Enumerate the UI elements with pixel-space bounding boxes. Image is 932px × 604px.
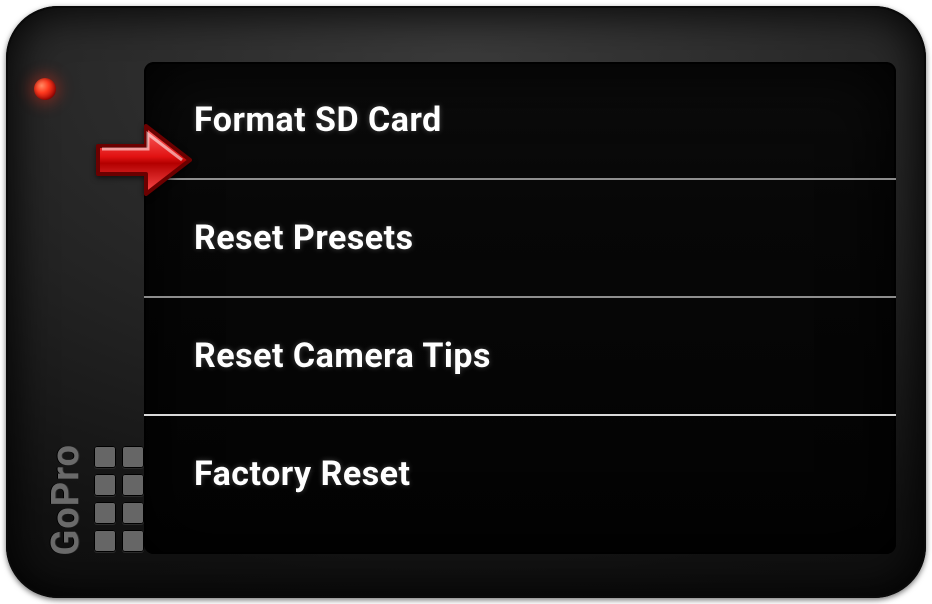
- recording-led-icon: [34, 78, 56, 100]
- lcd-screen: Format SD Card Reset Presets Reset Camer…: [144, 62, 896, 554]
- camera-body: GoPro Format SD Card Reset Presets Reset…: [6, 6, 926, 598]
- menu-item-label: Reset Presets: [194, 218, 414, 258]
- menu-item-label: Reset Camera Tips: [194, 336, 491, 376]
- brand-logo-text: GoPro: [44, 444, 88, 556]
- brand-logo-squares-icon: [94, 446, 144, 556]
- menu-item-reset-presets[interactable]: Reset Presets: [144, 178, 896, 296]
- menu-item-label: Factory Reset: [194, 454, 411, 494]
- menu-item-factory-reset[interactable]: Factory Reset: [144, 414, 896, 532]
- menu-item-format-sd-card[interactable]: Format SD Card: [144, 62, 896, 178]
- menu-item-label: Format SD Card: [194, 100, 442, 140]
- brand-logo: GoPro: [44, 444, 144, 556]
- menu-item-reset-camera-tips[interactable]: Reset Camera Tips: [144, 296, 896, 414]
- reset-menu: Format SD Card Reset Presets Reset Camer…: [144, 62, 896, 532]
